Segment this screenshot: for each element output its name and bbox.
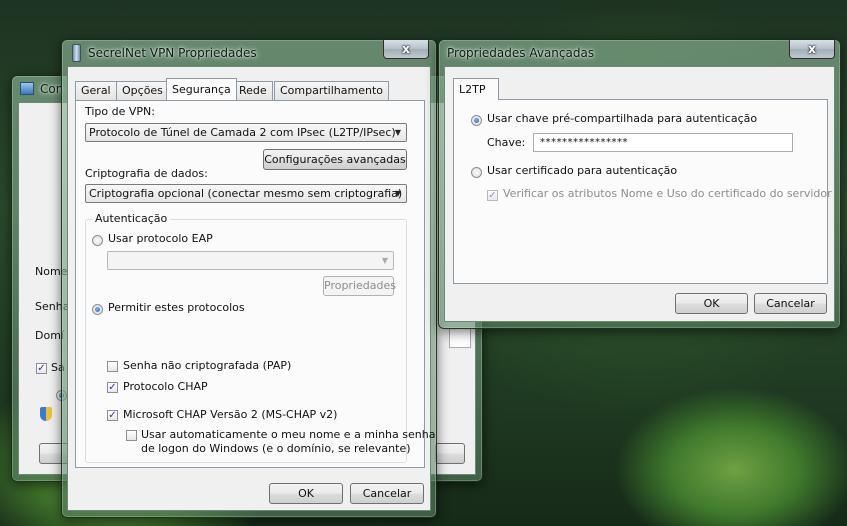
save-credentials-checkbox[interactable]: ✓ — [36, 363, 47, 374]
security-tab-panel: Tipo de VPN: Protocolo de Túnel de Camad… — [75, 100, 435, 468]
allow-protocols-radio[interactable] — [92, 304, 103, 315]
psk-radio[interactable] — [471, 115, 482, 126]
connection-title: Con — [40, 82, 64, 96]
chevron-down-icon: ▼ — [381, 256, 388, 265]
vpn-client-area: Geral Opções Segurança Rede Compartilham… — [67, 66, 435, 511]
chap-checkbox[interactable]: ✓ — [107, 382, 118, 393]
advanced-client-area: L2TP Usar chave pré-compartilhada para a… — [444, 66, 835, 322]
authentication-group: Autenticação Usar protocolo EAP ▼ Propri… — [85, 212, 435, 463]
eap-radio-label: Usar protocolo EAP — [108, 232, 213, 245]
vpn-cancel-button[interactable]: Cancelar — [350, 483, 424, 504]
encryption-select[interactable]: Criptografia opcional (conectar mesmo se… — [85, 184, 407, 203]
eap-radio[interactable] — [92, 235, 103, 246]
network-icon — [20, 82, 34, 95]
l2tp-tab-panel: Usar chave pré-compartilhada para autent… — [453, 99, 832, 284]
advanced-window-title: Propriedades Avançadas — [447, 46, 595, 60]
tab-rede[interactable]: Rede — [233, 81, 273, 100]
certificate-radio-label: Usar certificado para autenticação — [487, 164, 678, 177]
vpn-window-title: SecrelNet VPN Propriedades — [88, 46, 257, 60]
auto-logon-label-line2: de logon do Windows (e o domínio, se rel… — [141, 442, 411, 455]
mschap-checkbox[interactable]: ✓ — [107, 410, 118, 421]
advanced-close-button[interactable]: x — [789, 40, 835, 59]
chevron-down-icon: ▼ — [394, 128, 401, 137]
advanced-cancel-button[interactable]: Cancelar — [754, 293, 827, 314]
verify-cert-label: Verificar os atributos Nome e Uso do cer… — [503, 187, 832, 200]
dominio-label: Domí — [35, 329, 64, 342]
pap-checkbox[interactable] — [107, 361, 118, 372]
vpn-type-value: Protocolo de Túnel de Camada 2 com IPsec… — [89, 126, 396, 139]
eap-properties-button[interactable]: Propriedades — [323, 276, 396, 296]
chevron-down-icon: ▼ — [394, 189, 401, 198]
authentication-group-label: Autenticação — [92, 212, 171, 225]
chap-label: Protocolo CHAP — [123, 380, 208, 393]
eap-method-select[interactable]: ▼ — [107, 251, 394, 270]
tab-l2tp[interactable]: L2TP — [453, 78, 499, 100]
advanced-settings-button[interactable]: Configurações avançadas — [263, 149, 407, 170]
key-input[interactable]: **************** — [533, 133, 793, 152]
vpn-properties-window: SecrelNet VPN Propriedades x Geral Opçõe… — [61, 39, 437, 518]
encryption-label: Criptografia de dados: — [85, 167, 208, 180]
tab-opcoes[interactable]: Opções — [116, 81, 169, 100]
psk-radio-label: Usar chave pré-compartilhada para autent… — [487, 112, 758, 125]
phone-vpn-icon — [72, 44, 81, 62]
vpn-tab-strip: Geral Opções Segurança Rede Compartilham… — [75, 78, 425, 101]
vpn-type-select[interactable]: Protocolo de Túnel de Camada 2 com IPsec… — [85, 123, 407, 142]
encryption-value: Criptografia opcional (conectar mesmo se… — [89, 187, 403, 200]
mschap-label: Microsoft CHAP Versão 2 (MS-CHAP v2) — [123, 408, 338, 421]
pap-label: Senha não criptografada (PAP) — [123, 359, 292, 372]
tab-compartilhamento[interactable]: Compartilhamento — [274, 81, 390, 100]
back-window-button-right[interactable] — [435, 443, 465, 464]
auto-logon-checkbox[interactable] — [126, 430, 137, 441]
advanced-ok-button[interactable]: OK — [675, 293, 748, 314]
auto-logon-label-line1: Usar automaticamente o meu nome e a minh… — [141, 428, 436, 441]
tab-geral[interactable]: Geral — [75, 81, 117, 100]
vpn-type-label: Tipo de VPN: — [85, 105, 155, 118]
vpn-close-button[interactable]: x — [383, 40, 429, 59]
allow-protocols-label: Permitir estes protocolos — [108, 301, 245, 314]
verify-cert-checkbox[interactable]: ✓ — [487, 190, 498, 201]
tab-seguranca[interactable]: Segurança — [166, 78, 237, 100]
certificate-radio[interactable] — [471, 167, 482, 178]
shield-icon — [40, 407, 52, 421]
vpn-titlebar[interactable]: SecrelNet VPN Propriedades x — [62, 40, 436, 66]
advanced-titlebar[interactable]: Propriedades Avançadas x — [439, 40, 840, 66]
vpn-ok-button[interactable]: OK — [269, 483, 343, 504]
back-window-field[interactable] — [449, 328, 471, 348]
advanced-properties-window: Propriedades Avançadas x L2TP Usar chave… — [438, 39, 841, 329]
key-label: Chave: — [487, 136, 526, 149]
